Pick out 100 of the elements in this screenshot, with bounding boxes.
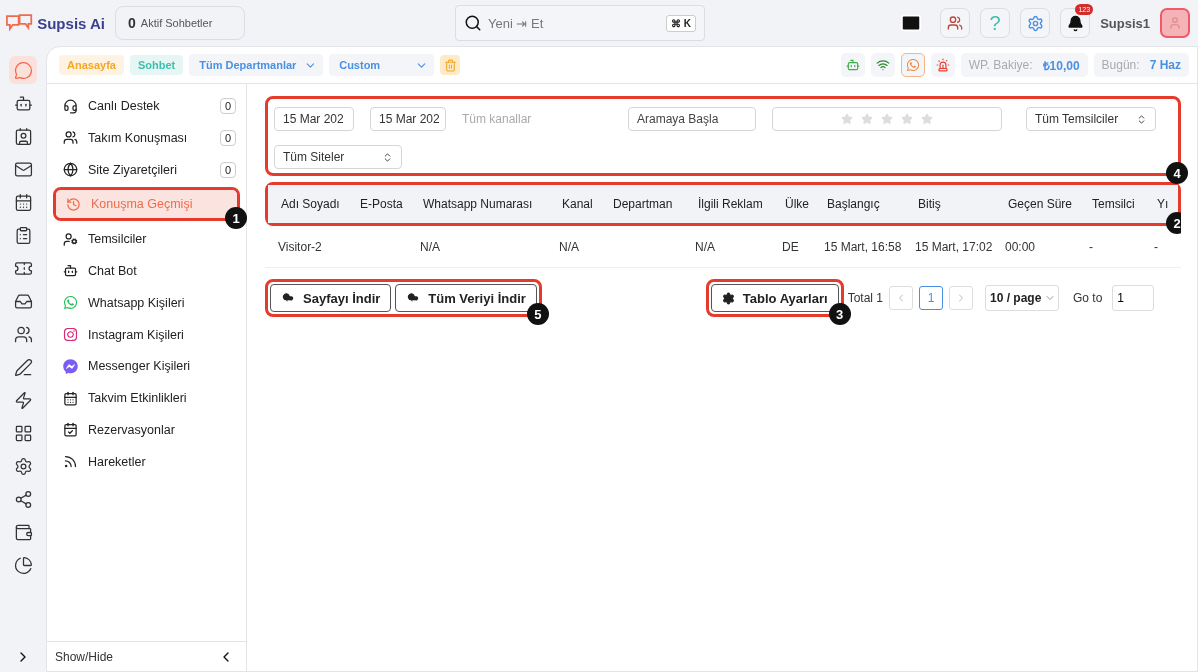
settings-button[interactable] [1020, 8, 1051, 38]
gear-icon [721, 291, 735, 305]
date-field[interactable]: 15 Mar 202 [274, 107, 354, 131]
go-to-field[interactable]: 1 [1112, 285, 1155, 311]
user-icon [1168, 16, 1182, 30]
sidebar-item[interactable]: Takvim Etkinlikleri [53, 384, 240, 413]
mail-icon[interactable] [900, 12, 923, 34]
count-badge: 0 [219, 161, 236, 178]
trash-icon [443, 58, 457, 72]
site-select[interactable]: Tüm Siteler [274, 145, 402, 169]
search-field[interactable]: Aramaya Başla [628, 107, 756, 131]
column-header[interactable]: Ülke [785, 197, 827, 211]
sidebar-item[interactable]: Canlı Destek 0 [53, 92, 240, 120]
table-cell-text: Visitor-2 [278, 239, 323, 254]
status-button[interactable] [870, 53, 895, 77]
table-cell-text: 15 Mart, 16:58 [824, 239, 903, 254]
column-header[interactable]: Başlangıç [827, 197, 918, 211]
robot-icon [845, 58, 860, 72]
sort-caret-icon [382, 151, 393, 163]
column-header[interactable]: Whatsapp Numarası [423, 197, 562, 211]
messenger-icon [63, 358, 78, 374]
sort-caret-icon [1136, 113, 1147, 125]
search-icon [464, 14, 482, 32]
users-icon [13, 324, 33, 344]
chat-bubble-icon [13, 60, 33, 80]
table-cell-text: N/A [559, 239, 580, 254]
step-number: 3 [828, 303, 851, 325]
table-cell-text: - [1154, 239, 1159, 254]
column-header[interactable]: Temsilci [1092, 197, 1157, 211]
date-field[interactable]: 15 Mar 202 [370, 107, 446, 131]
robot-icon [63, 263, 78, 279]
table-cell-text: DE [782, 239, 800, 254]
column-header[interactable]: Bitiş [918, 197, 1008, 211]
count-badge: 0 [219, 98, 236, 114]
sidebar-item[interactable]: Takım Konuşması 0 [53, 123, 240, 152]
share-icon [13, 489, 33, 509]
sidebar-item[interactable]: Whatsapp Kişileri [53, 288, 240, 317]
calendar-icon [13, 192, 33, 212]
users-icon [63, 130, 78, 146]
status-button[interactable] [930, 53, 955, 77]
settings-icon [13, 456, 33, 476]
column-header[interactable]: E-Posta [360, 197, 423, 211]
column-header[interactable]: İlgili Reklam [698, 197, 785, 211]
user-name: Supsis1 [1100, 15, 1150, 31]
star-icon [841, 113, 853, 125]
wallet-icon [13, 522, 33, 542]
bell-icon [1066, 14, 1084, 32]
table-cell-text: N/A [695, 239, 716, 254]
globe-icon [63, 162, 78, 178]
sidebar-item[interactable]: Site Ziyaretçileri 0 [53, 155, 240, 184]
table-cell-text: 00:00 [1005, 239, 1037, 254]
total-label: Total 1 [847, 291, 883, 305]
avatar[interactable] [1160, 8, 1190, 38]
column-header[interactable]: Geçen Süre [1008, 197, 1092, 211]
sidebar-item[interactable]: Messenger Kişileri [53, 352, 240, 381]
star-icon [861, 113, 873, 125]
star-icon [881, 113, 893, 125]
rss-icon [63, 454, 78, 470]
column-header[interactable]: Adı Soyadı [281, 197, 360, 211]
cloud-download-icon [281, 291, 295, 305]
date-pill: Bugün: 7 Haz [1093, 53, 1189, 77]
agents-button[interactable] [940, 8, 971, 38]
table-cell-text: 15 Mart, 17:02 [915, 239, 994, 254]
settings-icon [1026, 14, 1044, 32]
column-header[interactable]: Kanal [562, 197, 613, 211]
show-hide-label[interactable]: Show/Hide [55, 649, 114, 664]
sidebar-item[interactable]: Instagram Kişileri [53, 320, 240, 349]
cloud-download-icon [406, 291, 421, 305]
sidebar-item[interactable]: Rezervasyonlar [53, 415, 240, 444]
users-icon [947, 15, 964, 31]
step-number: 5 [526, 303, 549, 325]
instagram-icon [63, 327, 78, 343]
headset-icon [63, 98, 78, 114]
logo-icon [5, 12, 35, 34]
step-number: 4 [1166, 162, 1188, 184]
contact-card-icon [13, 126, 33, 146]
sidebar-item[interactable]: Hareketler [53, 447, 240, 476]
star-icon [921, 113, 933, 125]
search-field[interactable]: Yeni ⇥ Et ⌘ K [455, 5, 705, 41]
step-number: 1 [225, 207, 247, 230]
logo-text: Supsis Ai [37, 14, 105, 32]
pen-icon [13, 357, 33, 377]
page-button[interactable]: 1 [919, 286, 943, 310]
column-header[interactable]: Yı [1157, 197, 1181, 211]
grid-icon [13, 423, 33, 443]
siren-icon [935, 58, 950, 72]
user-cog-icon [63, 231, 78, 247]
status-button[interactable] [840, 53, 865, 77]
calendar-icon [63, 390, 78, 406]
column-header[interactable]: Departman [613, 197, 698, 211]
count-badge: 0 [219, 129, 236, 146]
active-chats-box[interactable]: 0 Aktif Sohbetler [115, 6, 245, 40]
page-size-select[interactable]: 10 / page [985, 285, 1059, 311]
lightning-icon [13, 390, 33, 410]
agent-select[interactable]: Tüm Temsilciler [1026, 107, 1156, 131]
rating-stars[interactable] [772, 107, 1002, 131]
download-button[interactable]: Sayfayı İndir [270, 284, 392, 312]
history-icon [66, 196, 81, 212]
sidebar-item[interactable]: Chat Bot [53, 257, 240, 285]
balance-pill: WP. Bakiye: ₺10,00 [960, 53, 1088, 77]
